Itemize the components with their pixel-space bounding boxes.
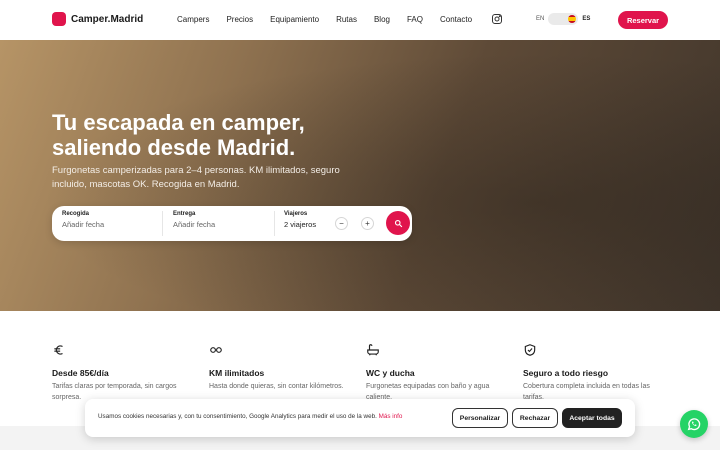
return-value: Añadir fecha	[173, 220, 216, 229]
infinity-icon	[210, 347, 222, 353]
nav-item-blog[interactable]: Blog	[374, 15, 390, 24]
cookie-reject-button[interactable]: Rechazar	[512, 408, 558, 428]
nav-item-equipamiento[interactable]: Equipamiento	[270, 15, 319, 24]
bath-icon	[367, 344, 379, 356]
pickup-date-field[interactable]: Recogida Añadir fecha	[62, 211, 162, 237]
feature-title: WC y ducha	[366, 368, 415, 378]
travelers-field[interactable]: Viajeros 2 viajeros	[284, 211, 334, 237]
euro-icon	[54, 345, 63, 355]
feature-title: KM ilimitados	[209, 368, 265, 378]
nav-item-rutas[interactable]: Rutas	[336, 15, 357, 24]
shield-icon	[524, 344, 536, 356]
main-nav: Campers Precios Equipamiento Rutas Blog …	[177, 15, 489, 24]
reserve-button[interactable]: Reservar	[618, 11, 668, 29]
site-header: Camper.Madrid Campers Precios Equipamien…	[0, 0, 720, 40]
feature-title: Desde 85€/día	[52, 368, 109, 378]
divider	[162, 211, 163, 236]
feature-insurance: Seguro a todo riesgo Cobertura completa …	[523, 343, 663, 403]
cookie-banner: Usamos cookies necesarias y, con tu cons…	[85, 399, 635, 437]
travelers-minus-button[interactable]: −	[335, 217, 348, 230]
logo-text: Camper.Madrid	[71, 13, 144, 25]
cookie-customize-button[interactable]: Personalizar	[452, 408, 508, 428]
nav-item-campers[interactable]: Campers	[177, 15, 209, 24]
pickup-label: Recogida	[62, 211, 90, 217]
nav-item-contacto[interactable]: Contacto	[440, 15, 472, 24]
spain-flag-icon	[568, 15, 577, 23]
travelers-plus-button[interactable]: +	[361, 217, 374, 230]
cookie-text: Usamos cookies necesarias y, con tu cons…	[98, 413, 402, 420]
travelers-value: 2 viajeros	[284, 220, 317, 229]
return-label: Entrega	[173, 211, 196, 217]
whatsapp-button[interactable]	[680, 410, 708, 438]
instagram-icon[interactable]	[491, 13, 503, 25]
lang-en-label[interactable]: EN	[536, 16, 544, 22]
search-icon	[394, 219, 402, 227]
divider	[274, 211, 275, 236]
booking-bar: Recogida Añadir fecha Entrega Añadir fec…	[52, 206, 412, 241]
feature-km: KM ilimitados Hasta donde quieras, sin c…	[209, 343, 349, 393]
hero-subtitle: Furgonetas camperizadas para 2–4 persona…	[52, 165, 340, 190]
language-switch[interactable]: EN ES	[536, 13, 590, 25]
cookie-more-info-link[interactable]: Más info	[379, 413, 403, 420]
hero-section: Tu escapada en camper, saliendo desde Ma…	[0, 40, 720, 311]
nav-item-faq[interactable]: FAQ	[407, 15, 423, 24]
logo[interactable]: Camper.Madrid	[52, 12, 143, 26]
feature-title: Seguro a todo riesgo	[523, 368, 609, 378]
whatsapp-icon	[687, 418, 701, 431]
cookie-message: Usamos cookies necesarias y, con tu cons…	[98, 413, 379, 420]
search-button[interactable]	[386, 211, 410, 235]
pickup-value: Añadir fecha	[62, 220, 105, 229]
return-date-field[interactable]: Entrega Añadir fecha	[173, 211, 273, 237]
nav-item-precios[interactable]: Precios	[226, 15, 253, 24]
hero-title: Tu escapada en camper, saliendo desde Ma…	[52, 110, 305, 160]
language-toggle[interactable]	[548, 13, 579, 25]
feature-wc: WC y ducha Furgonetas equipadas con baño…	[366, 343, 506, 403]
logo-mark-icon	[52, 12, 66, 26]
cookie-accept-button[interactable]: Aceptar todas	[562, 408, 622, 428]
lang-es-label[interactable]: ES	[582, 16, 590, 22]
feature-price: Desde 85€/día Tarifas claras por tempora…	[52, 343, 192, 403]
travelers-label: Viajeros	[284, 211, 308, 217]
feature-text: Hasta donde quieras, sin contar kilómetr…	[209, 383, 344, 390]
